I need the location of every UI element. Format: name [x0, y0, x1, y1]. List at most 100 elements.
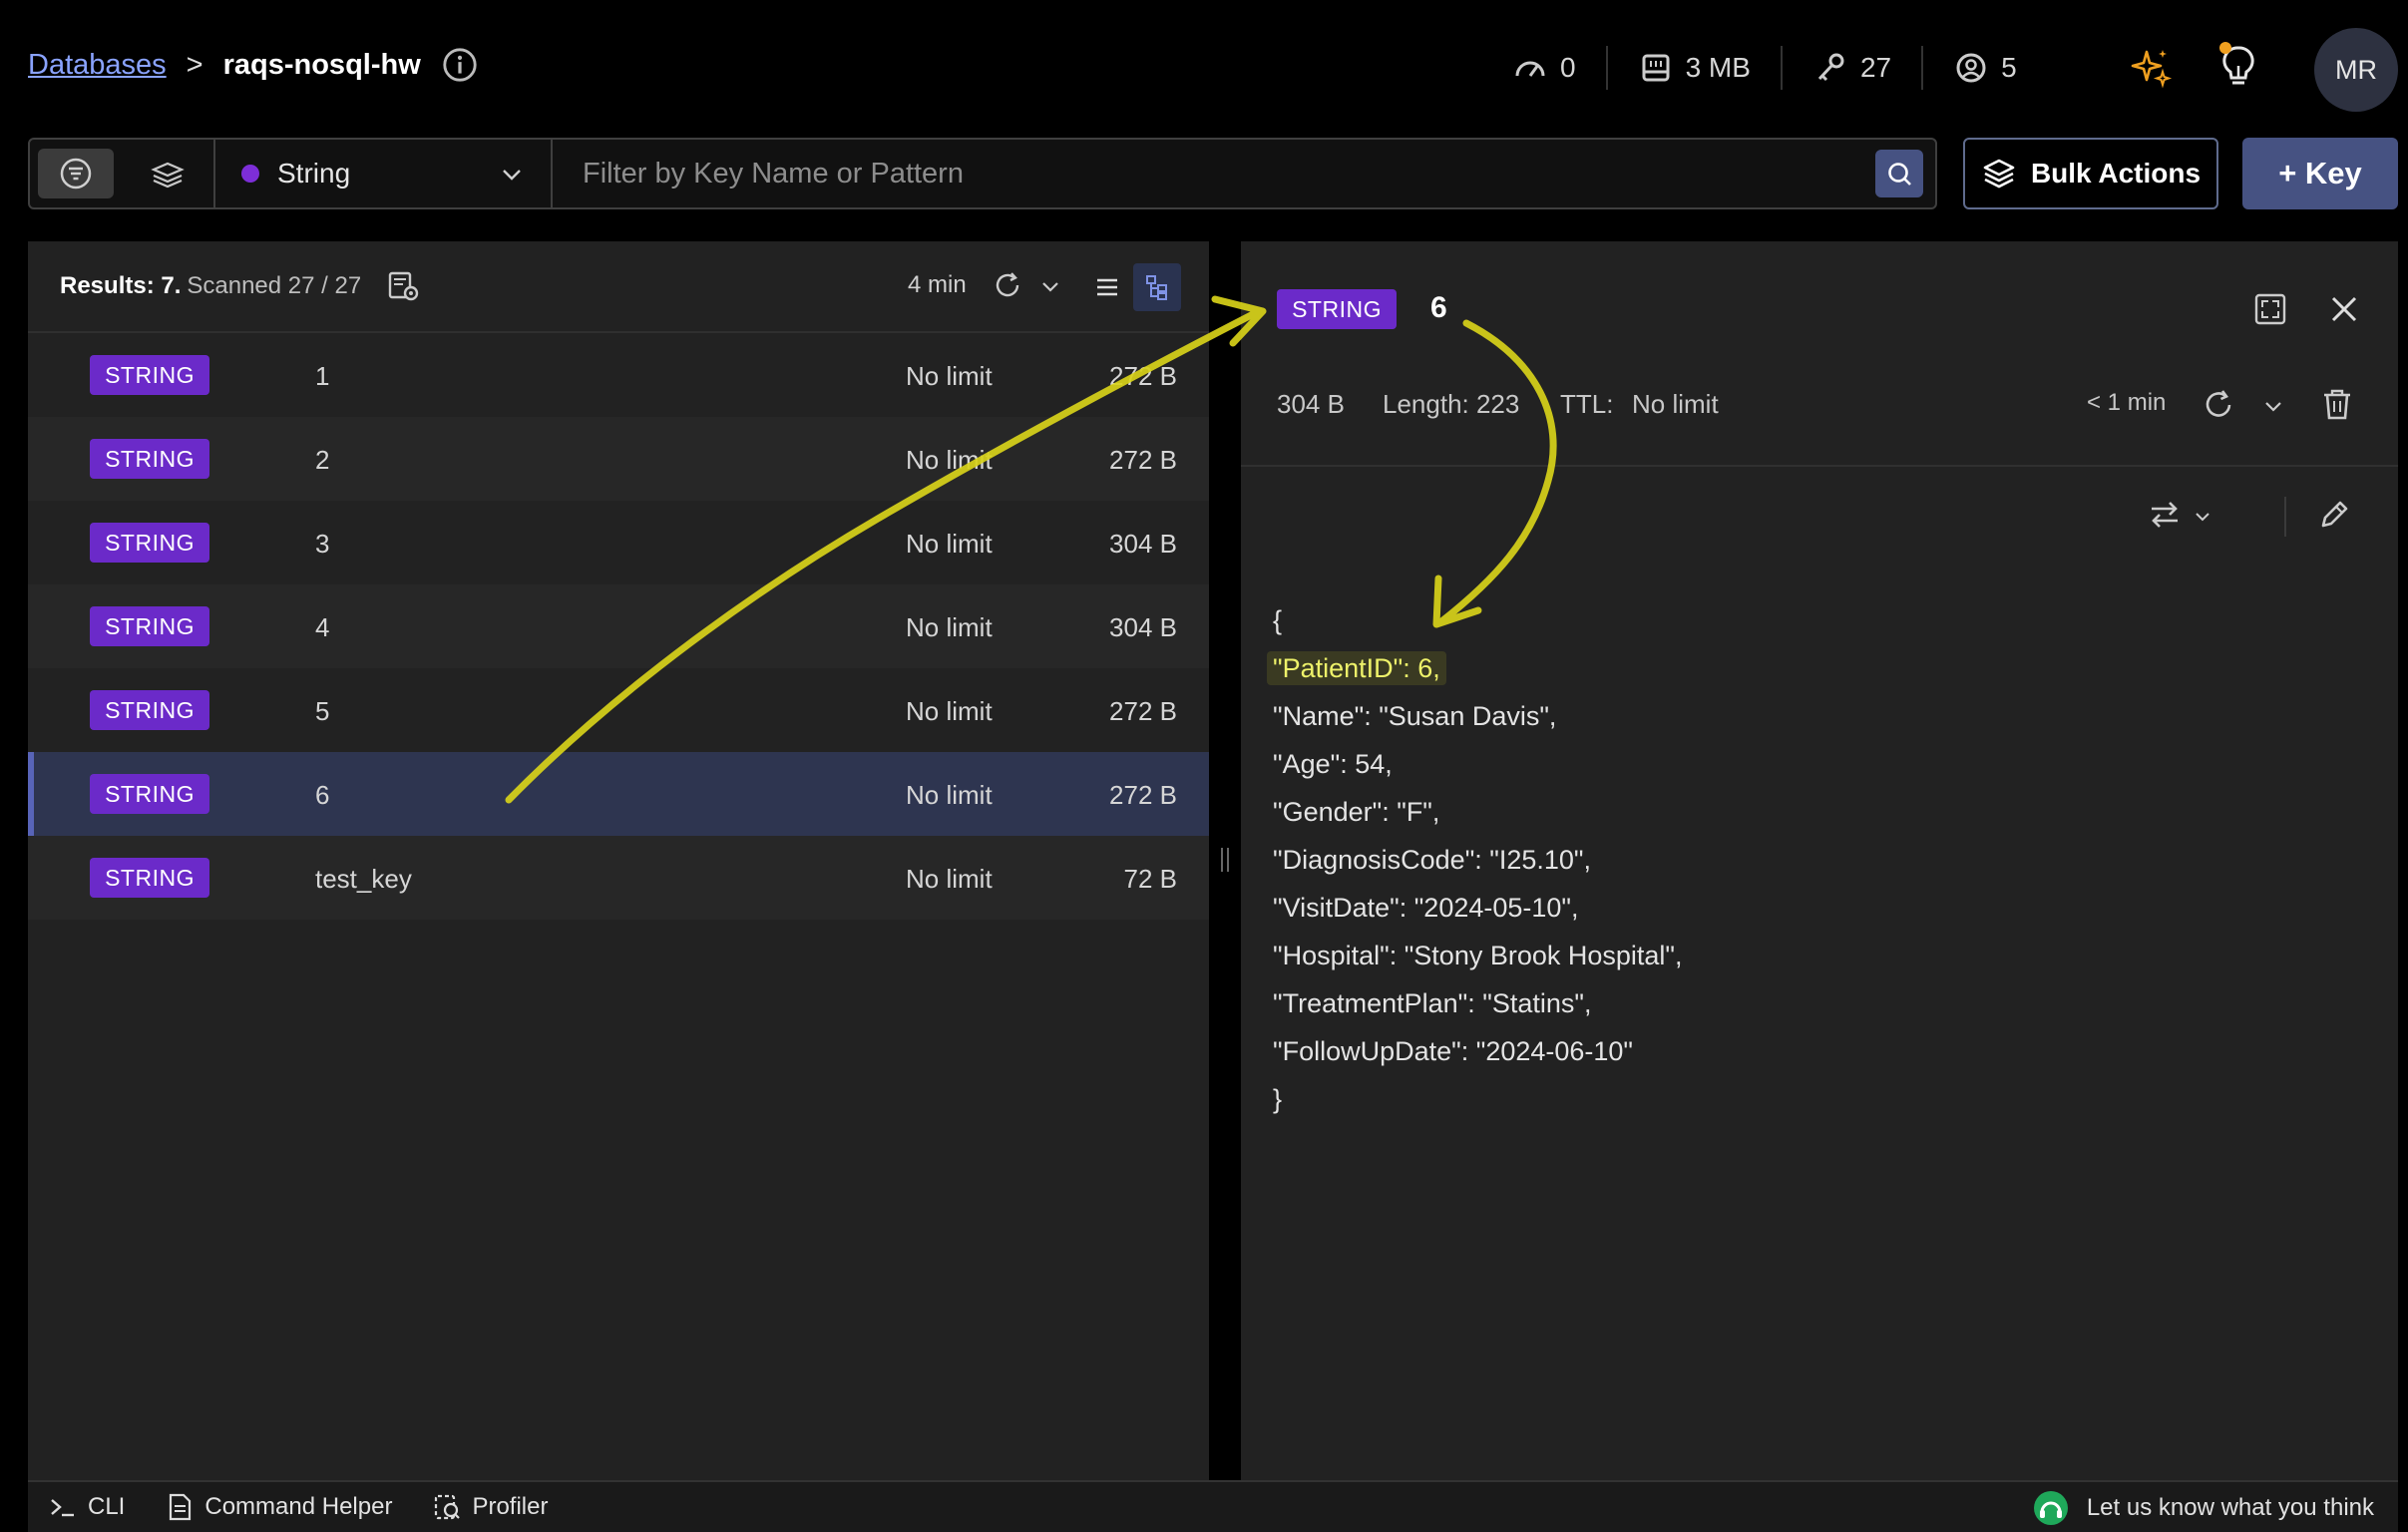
- type-badge: STRING: [90, 774, 209, 814]
- stat-clients-value: 5: [2001, 52, 2017, 83]
- stat-memory[interactable]: 3 MB: [1608, 50, 1781, 86]
- json-highlight: "PatientID": 6,: [1267, 651, 1446, 685]
- db-stats: 0 3 MB 27 5: [1482, 44, 2408, 92]
- json-line: "Name": "Susan Davis",: [1273, 701, 1557, 731]
- chevron-down-icon[interactable]: [2193, 507, 2212, 527]
- bulk-actions-label: Bulk Actions: [2030, 158, 2202, 189]
- profiler-icon: [435, 1494, 461, 1520]
- stat-ops-value: 0: [1560, 52, 1576, 83]
- chevron-down-icon: [503, 170, 521, 181]
- list-view-button[interactable]: [1083, 263, 1131, 311]
- json-line: "FollowUpDate": "2024-06-10": [1273, 1036, 1634, 1066]
- chevron-down-icon[interactable]: [1039, 275, 1061, 297]
- value-viewer[interactable]: { "PatientID": 6, "Name": "Susan Davis",…: [1267, 596, 1683, 1123]
- refresh-icon[interactable]: [2201, 387, 2236, 423]
- info-icon[interactable]: [441, 46, 479, 84]
- key-type-select[interactable]: String: [213, 140, 553, 207]
- key-list-header: Results: 7. Scanned 27 / 27 4 min: [28, 241, 1209, 333]
- add-key-button[interactable]: + Key: [2242, 138, 2398, 209]
- detail-header: STRING 6: [1241, 241, 2398, 341]
- table-row[interactable]: STRING test_key No limit 72 B: [28, 836, 1209, 920]
- key-table: STRING 1 No limit 272 B STRING 2 No limi…: [28, 333, 1209, 920]
- vector-search-mode-button[interactable]: [122, 140, 213, 207]
- stat-ops[interactable]: 0: [1482, 50, 1606, 86]
- key-size: 272 B: [1109, 445, 1177, 475]
- key-size: 272 B: [1109, 696, 1177, 726]
- search-button[interactable]: [1875, 150, 1923, 197]
- stat-keys[interactable]: 27: [1783, 50, 1921, 86]
- tree-view-button[interactable]: [1133, 263, 1181, 311]
- filter-mode-button[interactable]: [30, 140, 122, 207]
- table-row[interactable]: STRING 5 No limit 272 B: [28, 668, 1209, 752]
- json-line: "Hospital": "Stony Brook Hospital",: [1273, 941, 1683, 970]
- json-line: "TreatmentPlan": "Statins",: [1273, 988, 1592, 1018]
- toolbar-divider: [2284, 497, 2286, 537]
- json-line-highlighted: "PatientID": 6,: [1267, 644, 1683, 692]
- breadcrumb-databases-link[interactable]: Databases: [28, 49, 167, 82]
- key-size: 72 B: [1123, 864, 1178, 894]
- type-badge: STRING: [90, 355, 209, 395]
- feedback-label: Let us know what you think: [2086, 1494, 2374, 1521]
- key-search-input[interactable]: [583, 157, 1879, 191]
- document-icon: [170, 1493, 192, 1521]
- key-ttl: No limit: [906, 696, 993, 726]
- table-row-selected[interactable]: STRING 6 No limit 272 B: [28, 752, 1209, 836]
- lightbulb-icon[interactable]: [2216, 40, 2260, 92]
- key-ttl: No limit: [906, 864, 993, 894]
- cli-label: CLI: [88, 1493, 126, 1520]
- panel-resize-handle[interactable]: [1219, 848, 1231, 872]
- stat-clients[interactable]: 5: [1923, 50, 2047, 86]
- table-row[interactable]: STRING 1 No limit 272 B: [28, 333, 1209, 417]
- tree-icon: [1146, 275, 1167, 300]
- format-switch-icon[interactable]: [2147, 497, 2183, 533]
- table-row[interactable]: STRING 2 No limit 272 B: [28, 417, 1209, 501]
- key-type-label: String: [277, 158, 351, 189]
- filter-bar: String: [28, 138, 1937, 209]
- json-line: }: [1273, 1084, 1283, 1114]
- type-badge: STRING: [90, 606, 209, 646]
- key-detail-panel: STRING 6 304 B Length: 223 TTL: No limit…: [1241, 241, 2398, 1480]
- json-line: "Age": 54,: [1273, 749, 1393, 779]
- detail-key-name[interactable]: 6: [1430, 291, 1447, 325]
- json-line: "Gender": "F",: [1273, 797, 1440, 827]
- database-name: raqs-nosql-hw: [222, 48, 421, 81]
- key-size: 272 B: [1109, 361, 1177, 391]
- key-ttl: No limit: [906, 529, 993, 559]
- pencil-edit-icon[interactable]: [2316, 497, 2352, 533]
- view-toggle: [1083, 263, 1209, 311]
- feedback-link[interactable]: Let us know what you think: [2033, 1490, 2374, 1526]
- table-row[interactable]: STRING 4 No limit 304 B: [28, 584, 1209, 668]
- chevron-down-icon[interactable]: [2262, 395, 2284, 417]
- close-icon[interactable]: [2324, 289, 2364, 329]
- cli-button[interactable]: CLI: [48, 1492, 125, 1522]
- key-name: 4: [315, 612, 330, 642]
- memory-icon: [1642, 54, 1670, 82]
- results-count: Results: 7.: [60, 272, 182, 299]
- key-ttl: No limit: [906, 445, 993, 475]
- scan-settings-icon[interactable]: [385, 268, 421, 304]
- command-helper-label: Command Helper: [204, 1493, 393, 1520]
- bulk-actions-button[interactable]: Bulk Actions: [1963, 138, 2218, 209]
- key-ttl: No limit: [906, 780, 993, 810]
- trash-icon[interactable]: [2318, 385, 2356, 423]
- search-icon: [1888, 163, 1911, 186]
- feedback-icon: [2033, 1491, 2068, 1525]
- detail-length: Length: 223: [1383, 389, 1520, 419]
- table-row[interactable]: STRING 3 No limit 304 B: [28, 501, 1209, 584]
- type-badge: STRING: [90, 439, 209, 479]
- detail-ttl-value[interactable]: No limit: [1632, 389, 1719, 420]
- json-line: "VisitDate": "2024-05-10",: [1273, 893, 1579, 923]
- fullscreen-icon[interactable]: [2250, 289, 2290, 329]
- refresh-icon[interactable]: [992, 269, 1023, 301]
- profiler-button[interactable]: Profiler: [432, 1492, 548, 1522]
- detail-refresh-age: < 1 min: [2087, 389, 2167, 416]
- avatar[interactable]: MR: [2314, 28, 2398, 112]
- layers-search-icon: [151, 162, 185, 189]
- key-size: 304 B: [1109, 612, 1177, 642]
- type-badge: STRING: [90, 858, 209, 898]
- command-helper-button[interactable]: Command Helper: [165, 1492, 392, 1522]
- json-line: "DiagnosisCode": "I25.10",: [1273, 845, 1592, 875]
- list-refresh-age: 4 min: [908, 271, 967, 298]
- key-list-panel: Results: 7. Scanned 27 / 27 4 min STRING…: [28, 241, 1209, 1480]
- sparkle-ai-icon[interactable]: [2129, 46, 2173, 90]
